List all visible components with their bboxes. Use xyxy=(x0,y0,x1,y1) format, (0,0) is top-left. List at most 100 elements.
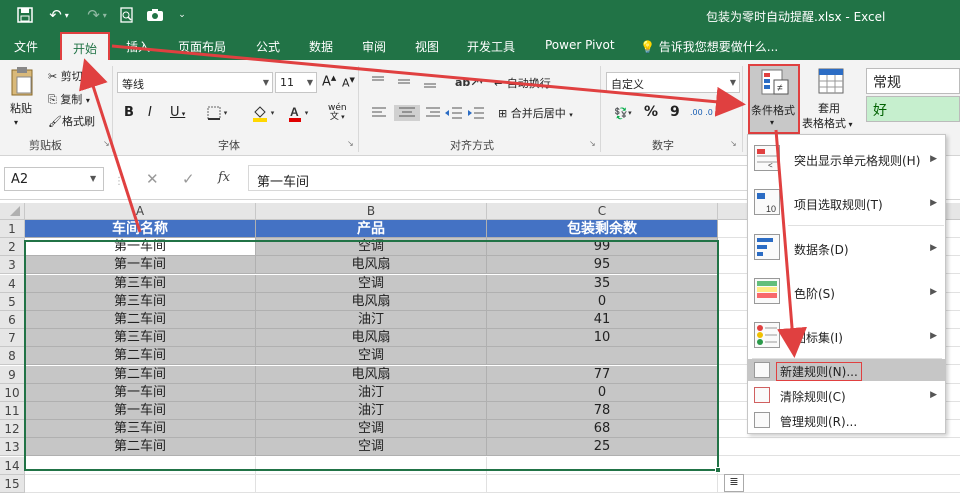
table-cell[interactable]: 第一车间 xyxy=(25,384,256,402)
camera-icon[interactable] xyxy=(144,4,166,26)
row-header[interactable]: 7 xyxy=(0,329,25,347)
table-cell[interactable]: 油汀 xyxy=(256,402,487,420)
redo-icon[interactable]: ↷ ▾ xyxy=(80,4,114,26)
cell-style-good[interactable]: 好 xyxy=(866,96,960,122)
menu-data-bars[interactable]: 数据条(D) ▶ xyxy=(748,230,945,266)
table-cell[interactable]: 电风扇 xyxy=(256,366,487,384)
row-header[interactable]: 2 xyxy=(0,238,25,256)
table-cell[interactable]: 空调 xyxy=(256,238,487,256)
select-all-button[interactable] xyxy=(0,203,25,220)
row-header[interactable]: 15 xyxy=(0,475,25,493)
table-header-cell[interactable]: 产品 xyxy=(256,220,487,238)
font-launcher-icon[interactable]: ↘ xyxy=(347,139,354,148)
row-header[interactable]: 9 xyxy=(0,366,25,384)
table-cell[interactable] xyxy=(487,347,718,365)
phonetic-button[interactable]: wén 文 ▾ xyxy=(328,104,347,122)
menu-highlight-rules[interactable]: < 突出显示单元格规则(H) ▶ xyxy=(748,141,945,177)
tab-power-pivot[interactable]: Power Pivot xyxy=(545,38,615,52)
paste-dropdown-icon[interactable]: ▾ xyxy=(14,118,18,127)
font-name-select[interactable]: 等线 ▼ xyxy=(117,72,273,93)
indent-buttons[interactable] xyxy=(444,102,488,124)
grow-font-button[interactable]: A▲ xyxy=(322,74,336,89)
paste-button[interactable]: 粘贴 xyxy=(10,100,32,116)
table-cell[interactable]: 油汀 xyxy=(256,311,487,329)
table-cell[interactable]: 电风扇 xyxy=(256,329,487,347)
table-cell[interactable]: 空调 xyxy=(256,438,487,456)
fill-color-button[interactable]: ▾ xyxy=(248,102,278,124)
table-cell[interactable]: 电风扇 xyxy=(256,293,487,311)
clipboard-launcher-icon[interactable]: ↘ xyxy=(103,139,110,148)
underline-button[interactable]: U ▾ xyxy=(170,105,185,120)
row-header[interactable]: 5 xyxy=(0,293,25,311)
tab-data[interactable]: 数据 xyxy=(309,38,333,55)
copy-button[interactable]: ⎘ 复制 ▾ xyxy=(48,91,90,107)
comma-button[interactable]: 9 xyxy=(670,104,680,120)
save-icon[interactable] xyxy=(14,4,36,26)
horizontal-align-buttons[interactable] xyxy=(368,102,448,124)
column-header-b[interactable]: B xyxy=(256,203,487,220)
menu-icon-sets[interactable]: 图标集(I) ▶ xyxy=(748,318,945,354)
table-cell[interactable]: 第一车间 xyxy=(25,256,256,274)
table-cell[interactable]: 第二车间 xyxy=(25,438,256,456)
cut-button[interactable]: ✂ 剪切 xyxy=(48,68,83,84)
menu-top-bottom-rules[interactable]: 10 项目选取规则(T) ▶ xyxy=(748,185,945,221)
table-cell[interactable]: 第二车间 xyxy=(25,366,256,384)
wrap-text-button[interactable]: ↩ 自动换行 xyxy=(494,75,551,91)
table-cell[interactable]: 68 xyxy=(487,420,718,438)
column-header-a[interactable]: A xyxy=(25,203,256,220)
number-launcher-icon[interactable]: ↘ xyxy=(730,139,737,148)
menu-manage-rules[interactable]: 管理规则(R)... xyxy=(748,409,945,431)
quick-analysis-icon[interactable]: ≣ xyxy=(724,474,744,492)
font-color-button[interactable]: A ▾ xyxy=(283,102,313,124)
row-header[interactable]: 8 xyxy=(0,347,25,365)
table-cell[interactable]: 第三车间 xyxy=(25,420,256,438)
table-cell[interactable]: 0 xyxy=(487,293,718,311)
row-header[interactable]: 10 xyxy=(0,384,25,402)
row-header[interactable]: 1 xyxy=(0,220,25,238)
table-header-cell[interactable]: 车间名称 xyxy=(25,220,256,238)
row-header[interactable]: 12 xyxy=(0,420,25,438)
empty-cell[interactable] xyxy=(256,457,487,475)
table-cell[interactable]: 空调 xyxy=(256,275,487,293)
tab-review[interactable]: 审阅 xyxy=(362,38,386,55)
enter-icon[interactable]: ✓ xyxy=(182,170,195,188)
insert-function-button[interactable]: fx xyxy=(218,170,230,185)
table-cell[interactable]: 第二车间 xyxy=(25,311,256,329)
vertical-align-buttons[interactable] xyxy=(368,72,448,92)
table-cell[interactable]: 第二车间 xyxy=(25,347,256,365)
empty-cell[interactable] xyxy=(256,475,487,493)
italic-button[interactable]: I xyxy=(148,105,152,120)
paste-icon[interactable] xyxy=(8,64,36,98)
tab-insert[interactable]: 插入 xyxy=(126,38,150,55)
table-cell[interactable]: 25 xyxy=(487,438,718,456)
tab-formulas[interactable]: 公式 xyxy=(256,38,280,55)
table-cell[interactable]: 第三车间 xyxy=(25,329,256,347)
percent-button[interactable]: % xyxy=(644,104,658,120)
row-header[interactable]: 4 xyxy=(0,275,25,293)
table-header-cell[interactable]: 包装剩余数 xyxy=(487,220,718,238)
format-painter-button[interactable]: 🖌格式刷 xyxy=(48,113,95,129)
table-cell[interactable]: 第三车间 xyxy=(25,293,256,311)
table-cell[interactable]: 77 xyxy=(487,366,718,384)
table-cell[interactable]: 第一车间 xyxy=(25,402,256,420)
shrink-font-button[interactable]: A▼ xyxy=(342,76,355,90)
formula-input[interactable]: 第一车间 xyxy=(248,165,748,191)
conditional-formatting-button[interactable]: ≠ 条件格式 ▾ xyxy=(748,64,800,134)
orientation-button[interactable]: ab↗ ▾ xyxy=(452,72,486,92)
row-header[interactable]: 14 xyxy=(0,457,25,475)
customize-icon[interactable]: ⌄ xyxy=(174,4,190,26)
row-header[interactable]: 13 xyxy=(0,438,25,456)
increase-decimal-button[interactable]: .00 .0 xyxy=(690,108,713,117)
table-cell[interactable]: 99 xyxy=(487,238,718,256)
name-box[interactable]: A2 xyxy=(4,167,104,191)
tab-file[interactable]: 文件 xyxy=(14,38,38,55)
table-cell[interactable]: 78 xyxy=(487,402,718,420)
row-header[interactable]: 6 xyxy=(0,311,25,329)
column-header-c[interactable]: C xyxy=(487,203,718,220)
table-cell[interactable]: 空调 xyxy=(256,347,487,365)
table-cell[interactable]: 电风扇 xyxy=(256,256,487,274)
alignment-launcher-icon[interactable]: ↘ xyxy=(589,139,596,148)
font-size-select[interactable]: 11 ▼ xyxy=(275,72,317,93)
tab-developer[interactable]: 开发工具 xyxy=(467,38,515,55)
table-cell[interactable]: 第一车间 xyxy=(25,238,256,256)
